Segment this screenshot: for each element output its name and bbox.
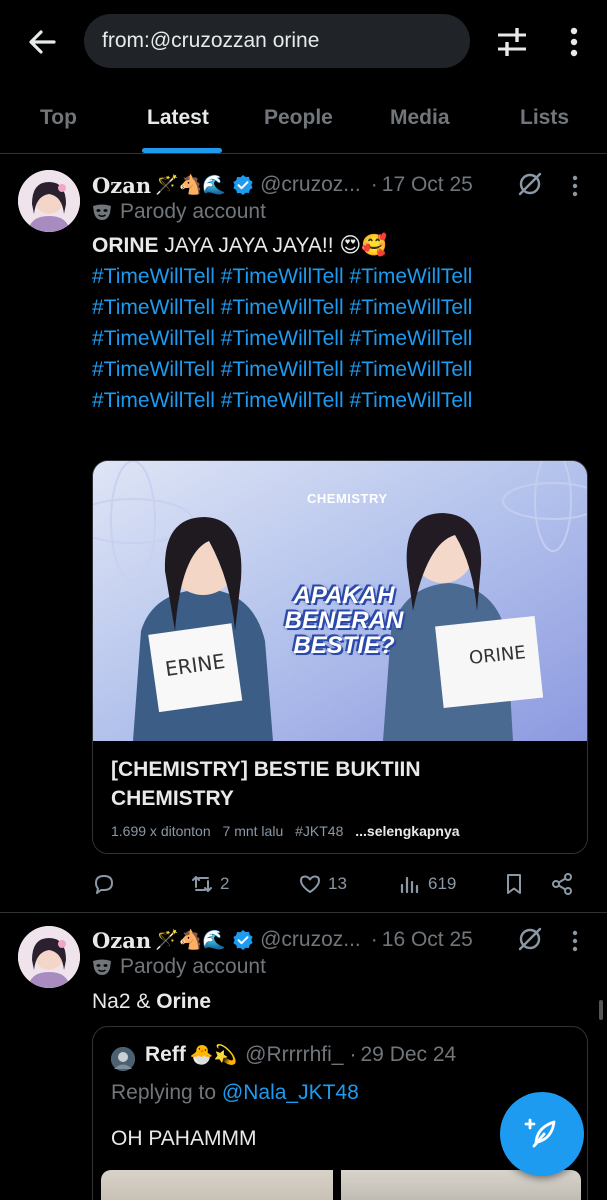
repost-button[interactable]: 2 xyxy=(190,864,229,904)
quoted-separator: · xyxy=(349,1043,357,1066)
view-count: 619 xyxy=(428,874,457,893)
avatar[interactable] xyxy=(18,170,80,232)
card-title-line: [CHEMISTRY] BESTIE BUKTIIN xyxy=(111,758,421,781)
parody-label: Parody account xyxy=(120,955,266,978)
quoted-handle[interactable]: @Rrrrrhfi_ xyxy=(245,1043,343,1067)
avatar[interactable] xyxy=(18,926,80,988)
feather-plus-icon xyxy=(524,1118,556,1148)
verified-badge-icon xyxy=(232,929,254,951)
repost-count: 2 xyxy=(220,874,230,893)
card-thumbnail: CHEMISTRY APAKAH BENERAN BESTIE? ERINE O… xyxy=(93,461,587,741)
hashtag-line[interactable]: #TimeWillTell #TimeWillTell #TimeWillTel… xyxy=(92,292,472,323)
overlay-line: BENERAN xyxy=(284,607,404,634)
name-emoji: 🪄🐴🌊 xyxy=(155,175,227,196)
quoted-text: OH PAHAMMM xyxy=(111,1127,257,1150)
mention-bold: Orine xyxy=(156,990,212,1013)
quoted-name-emoji: 🐣💫 xyxy=(189,1045,238,1066)
card-overlay-text: APAKAH BENERAN BESTIE? xyxy=(259,583,429,658)
card-tag: #JKT48 xyxy=(295,823,344,839)
hashtag-line[interactable]: #TimeWillTell #TimeWillTell #TimeWillTel… xyxy=(92,261,472,292)
tweet[interactable]: Ozan 🪄🐴🌊 @cruzoz... · 17 Oct 25 Parody a… xyxy=(0,0,607,912)
tweet-date[interactable]: 17 Oct 25 xyxy=(382,173,473,197)
quoted-image[interactable] xyxy=(101,1170,333,1200)
scrollbar-thumb[interactable] xyxy=(599,1000,603,1020)
parody-mask-icon xyxy=(92,203,112,221)
tweet-more-icon[interactable] xyxy=(566,172,584,200)
hashtag-line[interactable]: #TimeWillTell #TimeWillTell #TimeWillTel… xyxy=(92,354,472,385)
card-more-link[interactable]: ...selengkapnya xyxy=(355,823,459,839)
link-card[interactable]: CHEMISTRY APAKAH BENERAN BESTIE? ERINE O… xyxy=(92,460,588,854)
tweet-text: ORINE JAYA JAYA JAYA!! 😍🥰 #TimeWillTell … xyxy=(92,230,472,416)
parody-label: Parody account xyxy=(120,200,266,223)
quoted-display-name[interactable]: Reff xyxy=(145,1043,186,1067)
like-count: 13 xyxy=(328,874,347,893)
like-button[interactable]: 13 xyxy=(298,864,347,904)
parody-mask-icon xyxy=(92,958,112,976)
tweet-text: Na2 & Orine xyxy=(92,986,211,1017)
grok-icon[interactable] xyxy=(516,925,544,953)
reply-icon xyxy=(95,875,113,894)
tweet-more-icon[interactable] xyxy=(566,927,584,955)
replying-to: Replying to @Nala_JKT48 xyxy=(111,1081,359,1105)
verified-badge-icon xyxy=(232,174,254,196)
compose-button[interactable] xyxy=(500,1092,584,1176)
card-meta: 1.699 x ditonton 7 mnt lalu #JKT48 ...se… xyxy=(111,823,569,839)
analytics-icon xyxy=(400,876,419,894)
overlay-line: BESTIE? xyxy=(293,632,395,659)
user-handle[interactable]: @cruzoz... xyxy=(260,173,361,197)
share-button[interactable] xyxy=(550,864,574,904)
quoted-date: 29 Dec 24 xyxy=(360,1043,457,1066)
share-icon xyxy=(552,873,572,895)
views-button[interactable]: 619 xyxy=(398,864,456,904)
card-title[interactable]: [CHEMISTRY] BESTIE BUKTIIN CHEMISTRY xyxy=(111,755,569,813)
tweet-actions: 2 13 619 xyxy=(92,864,582,904)
bookmark-icon xyxy=(507,874,521,894)
tweet-text-plain: Na2 & xyxy=(92,990,157,1013)
bookmark-button[interactable] xyxy=(502,864,526,904)
replying-handle[interactable]: @Nala_JKT48 xyxy=(222,1081,359,1104)
card-time: 7 mnt lalu xyxy=(222,823,284,839)
user-handle[interactable]: @cruzoz... xyxy=(260,928,361,952)
quoted-avatar[interactable] xyxy=(111,1047,135,1071)
card-views: 1.699 x ditonton xyxy=(111,823,211,839)
grok-icon[interactable] xyxy=(516,170,544,198)
hashtag-line[interactable]: #TimeWillTell #TimeWillTell #TimeWillTel… xyxy=(92,385,472,416)
separator: · xyxy=(370,928,378,951)
card-title-line: CHEMISTRY xyxy=(111,787,234,810)
display-name[interactable]: Ozan xyxy=(92,173,151,198)
reply-button[interactable] xyxy=(92,864,122,904)
tweet-text-rest: JAYA JAYA JAYA!! 😍🥰 xyxy=(158,234,388,257)
replying-prefix: Replying to xyxy=(111,1081,222,1104)
card-brand: CHEMISTRY xyxy=(307,491,388,506)
display-name[interactable]: Ozan xyxy=(92,928,151,953)
mention-bold: ORINE xyxy=(92,234,159,257)
repost-icon xyxy=(192,876,212,892)
name-emoji: 🪄🐴🌊 xyxy=(155,930,227,951)
heart-icon xyxy=(300,875,320,893)
tweet-date[interactable]: 16 Oct 25 xyxy=(382,928,473,952)
separator: · xyxy=(370,173,378,196)
overlay-line: APAKAH xyxy=(293,582,395,609)
hashtag-line[interactable]: #TimeWillTell #TimeWillTell #TimeWillTel… xyxy=(92,323,472,354)
